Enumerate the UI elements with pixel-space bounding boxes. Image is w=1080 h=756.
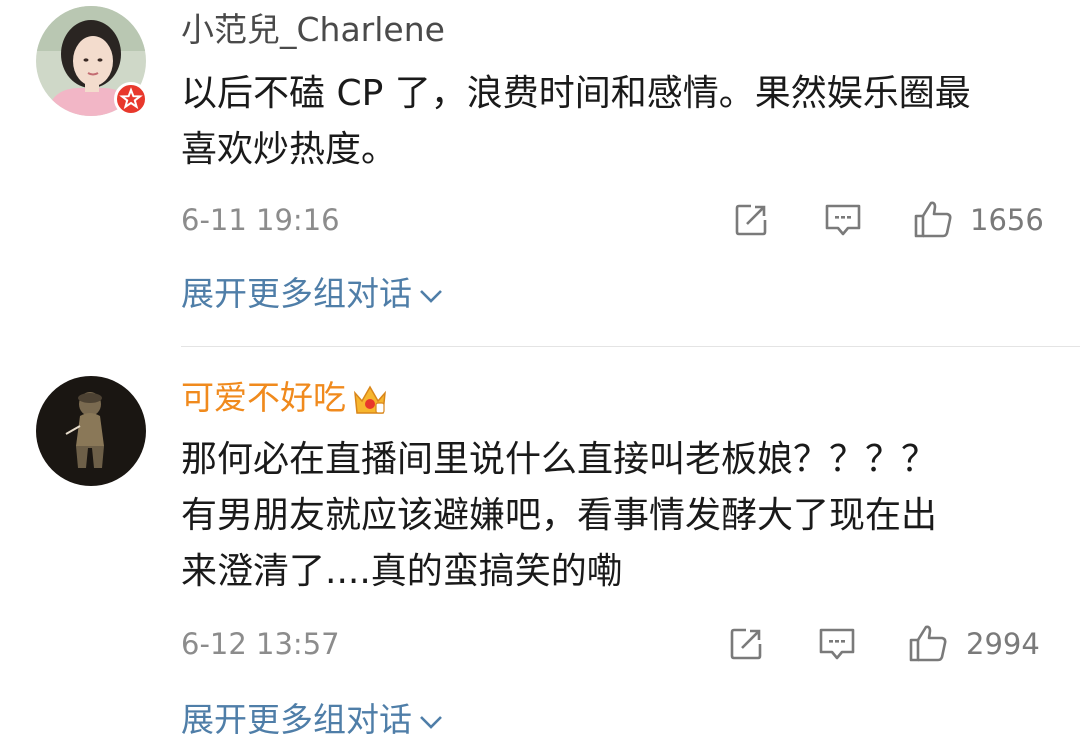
expand-conversations-link[interactable]: 展开更多组对话 xyxy=(181,274,444,314)
expand-label: 展开更多组对话 xyxy=(181,700,412,739)
expand-conversations-link[interactable]: 展开更多组对话 xyxy=(181,700,444,740)
username[interactable]: 小范兒_Charlene xyxy=(181,10,445,50)
thumbs-up-icon[interactable] xyxy=(908,623,948,663)
chevron-down-icon xyxy=(420,289,442,303)
comment-text-line: 来澄清了....真的蛮搞笑的嘞 xyxy=(181,551,623,592)
username-label: 可爱不好吃 xyxy=(181,378,346,417)
comment-icon[interactable] xyxy=(824,202,862,238)
comment-2: 可爱不好吃 那何必在直播间里说什么直接叫老板娘？？？？ 有男朋友就应该避嫌吧，看… xyxy=(0,370,1080,756)
share-icon[interactable] xyxy=(728,626,764,662)
chevron-down-icon xyxy=(420,715,442,729)
expand-label: 展开更多组对话 xyxy=(181,274,412,313)
share-icon[interactable] xyxy=(733,202,769,238)
comment-icon[interactable] xyxy=(818,626,856,662)
comment-text-line: 以后不磕 CP 了，浪费时间和感情。果然娱乐圈最 xyxy=(181,73,971,114)
crown-icon xyxy=(354,384,386,414)
comment-1: 小范兒_Charlene 以后不磕 CP 了，浪费时间和感情。果然娱乐圈最 喜欢… xyxy=(0,0,1080,340)
like-count: 1656 xyxy=(970,203,1044,237)
comment-divider xyxy=(181,346,1080,347)
comment-text: 以后不磕 CP 了，浪费时间和感情。果然娱乐圈最 喜欢炒热度。 xyxy=(181,66,1051,178)
thumbs-up-icon[interactable] xyxy=(913,199,953,239)
username[interactable]: 可爱不好吃 xyxy=(181,378,388,418)
timestamp: 6-11 19:16 xyxy=(181,203,340,237)
like-count: 2994 xyxy=(966,627,1040,661)
timestamp: 6-12 13:57 xyxy=(181,627,340,661)
avatar[interactable] xyxy=(36,376,146,486)
comment-text: 那何必在直播间里说什么直接叫老板娘？？？？ 有男朋友就应该避嫌吧，看事情发酵大了… xyxy=(181,432,1051,600)
verified-badge-icon xyxy=(114,82,148,116)
comment-text-line: 有男朋友就应该避嫌吧，看事情发酵大了现在出 xyxy=(181,495,938,536)
comment-text-line: 喜欢炒热度。 xyxy=(181,129,398,170)
comment-text-line: 那何必在直播间里说什么直接叫老板娘？？？？ xyxy=(181,439,938,480)
